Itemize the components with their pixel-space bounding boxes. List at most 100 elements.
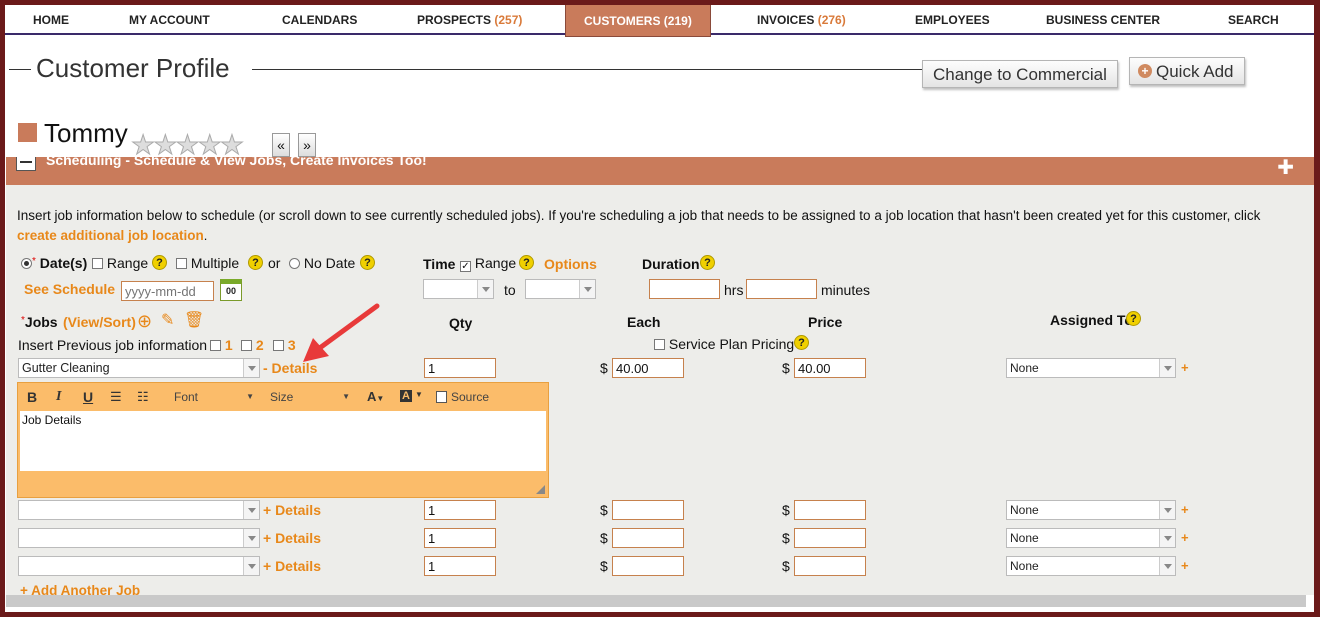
nav-search[interactable]: SEARCH bbox=[1228, 5, 1279, 35]
each-input[interactable] bbox=[612, 358, 684, 378]
calendar-icon[interactable]: 00 bbox=[220, 279, 242, 301]
qty-input[interactable] bbox=[424, 500, 496, 520]
details-toggle[interactable]: + Details bbox=[263, 502, 321, 518]
range-checkbox[interactable] bbox=[92, 258, 103, 269]
nav-prospects[interactable]: PROSPECTS (257) bbox=[417, 5, 522, 35]
job-select[interactable]: Gutter Cleaning bbox=[18, 358, 260, 378]
job-select[interactable] bbox=[18, 528, 260, 548]
editor-content-area[interactable]: Job Details bbox=[20, 411, 546, 471]
details-toggle[interactable]: + Details bbox=[263, 530, 321, 546]
bold-button[interactable]: B bbox=[27, 389, 37, 405]
multiple-checkbox[interactable] bbox=[176, 258, 187, 269]
add-assignee-button[interactable]: + bbox=[1181, 558, 1189, 573]
size-select[interactable]: Size ▼ bbox=[270, 388, 350, 406]
help-icon[interactable]: ? bbox=[1126, 311, 1141, 326]
add-assignee-button[interactable]: + bbox=[1181, 530, 1189, 545]
previous-customer-button[interactable]: « bbox=[272, 133, 290, 157]
annotation-arrow-icon bbox=[303, 303, 380, 362]
horizontal-scrollbar[interactable] bbox=[6, 595, 1306, 607]
italic-button[interactable]: I bbox=[56, 389, 61, 405]
price-input[interactable] bbox=[794, 358, 866, 378]
create-job-location-link[interactable]: create additional job location bbox=[17, 228, 204, 243]
trash-icon[interactable]: 🗑 bbox=[184, 310, 204, 330]
price-input[interactable] bbox=[794, 500, 866, 520]
each-input[interactable] bbox=[612, 556, 684, 576]
qty-input[interactable] bbox=[424, 528, 496, 548]
help-icon[interactable]: ? bbox=[248, 255, 263, 270]
nav-calendars[interactable]: CALENDARS bbox=[282, 5, 357, 35]
edit-pencil-icon[interactable]: ✎ bbox=[161, 310, 174, 330]
chevron-down-icon: ▼ bbox=[342, 392, 350, 401]
currency-symbol: $ bbox=[600, 530, 608, 546]
resize-handle-icon[interactable] bbox=[536, 485, 545, 494]
time-range-checkbox[interactable]: ✓ bbox=[460, 261, 471, 272]
price-input[interactable] bbox=[794, 528, 866, 548]
chevron-down-icon bbox=[1159, 557, 1175, 575]
next-customer-button[interactable]: » bbox=[298, 133, 316, 157]
duration-hours-input[interactable] bbox=[649, 279, 720, 299]
help-icon[interactable]: ? bbox=[519, 255, 534, 270]
background-color-icon[interactable]: A bbox=[400, 390, 412, 402]
nav-employees[interactable]: EMPLOYEES bbox=[915, 5, 990, 35]
details-toggle[interactable]: + Details bbox=[263, 558, 321, 574]
chevron-down-icon bbox=[243, 501, 259, 519]
assigned-to-select[interactable]: None bbox=[1006, 500, 1176, 520]
chevron-down-icon bbox=[243, 557, 259, 575]
start-time-select[interactable] bbox=[423, 279, 494, 299]
source-button[interactable]: Source bbox=[436, 388, 489, 406]
duration-minutes-input[interactable] bbox=[746, 279, 817, 299]
date-input[interactable] bbox=[121, 281, 214, 301]
previous-job-checkbox-2[interactable] bbox=[241, 340, 252, 351]
nav-home[interactable]: HOME bbox=[33, 5, 69, 35]
quick-add-button[interactable]: + Quick Add bbox=[1129, 57, 1245, 85]
job-select-value: Gutter Cleaning bbox=[22, 361, 110, 375]
each-input[interactable] bbox=[612, 528, 684, 548]
see-schedule-link[interactable]: See Schedule bbox=[24, 281, 115, 297]
change-to-commercial-button[interactable]: Change to Commercial bbox=[922, 60, 1118, 88]
pin-icon[interactable]: ✚ bbox=[1277, 157, 1294, 180]
dates-radio[interactable] bbox=[21, 258, 32, 269]
job-select[interactable] bbox=[18, 556, 260, 576]
underline-button[interactable]: U bbox=[83, 389, 93, 405]
nav-invoices-count: (276) bbox=[817, 13, 846, 27]
previous-job-1-label: 1 bbox=[224, 337, 233, 353]
time-options-link[interactable]: Options bbox=[544, 256, 597, 272]
text-color-icon[interactable]: A▼ bbox=[367, 389, 384, 404]
no-date-radio[interactable] bbox=[289, 258, 300, 269]
nav-customers[interactable]: CUSTOMERS (219) bbox=[565, 5, 711, 37]
previous-job-checkbox-1[interactable] bbox=[210, 340, 221, 351]
font-select[interactable]: Font ▼ bbox=[174, 388, 254, 406]
numbered-list-icon[interactable]: ☰ bbox=[110, 389, 122, 405]
nav-business-center[interactable]: BUSINESS CENTER bbox=[1046, 5, 1160, 35]
add-assignee-button[interactable]: + bbox=[1181, 502, 1189, 517]
assigned-to-select[interactable]: None bbox=[1006, 528, 1176, 548]
nav-my-account[interactable]: MY ACCOUNT bbox=[129, 5, 210, 35]
help-icon[interactable]: ? bbox=[152, 255, 167, 270]
add-assignee-button[interactable]: + bbox=[1181, 360, 1189, 375]
intro-line-2: create additional job location. bbox=[17, 228, 207, 243]
assigned-to-select[interactable]: None bbox=[1006, 556, 1176, 576]
collapse-icon[interactable] bbox=[16, 157, 36, 171]
qty-input[interactable] bbox=[424, 358, 496, 378]
each-input[interactable] bbox=[612, 500, 684, 520]
assigned-to-select[interactable]: None bbox=[1006, 358, 1176, 378]
price-input[interactable] bbox=[794, 556, 866, 576]
end-time-select[interactable] bbox=[525, 279, 596, 299]
nav-invoices[interactable]: INVOICES (276) bbox=[757, 5, 846, 35]
scheduling-section-bar[interactable]: Scheduling - Schedule & View Jobs, Creat… bbox=[6, 157, 1314, 185]
service-plan-checkbox[interactable] bbox=[654, 339, 665, 350]
bulleted-list-icon[interactable]: ☷ bbox=[137, 389, 149, 405]
job-select[interactable] bbox=[18, 500, 260, 520]
qty-input[interactable] bbox=[424, 556, 496, 576]
previous-job-checkbox-3[interactable] bbox=[273, 340, 284, 351]
help-icon[interactable]: ? bbox=[700, 255, 715, 270]
help-icon[interactable]: ? bbox=[360, 255, 375, 270]
multiple-option: Multiple bbox=[176, 255, 239, 271]
help-icon[interactable]: ? bbox=[794, 335, 809, 350]
view-sort-link[interactable]: (View/Sort) bbox=[63, 314, 136, 330]
nav-my-account-label: MY ACCOUNT bbox=[129, 13, 210, 27]
assigned-to-header: Assigned To bbox=[1050, 312, 1133, 328]
chevron-down-icon[interactable]: ▼ bbox=[415, 390, 423, 399]
add-job-icon[interactable]: ⊕ bbox=[137, 311, 152, 332]
chevron-down-icon bbox=[1159, 529, 1175, 547]
